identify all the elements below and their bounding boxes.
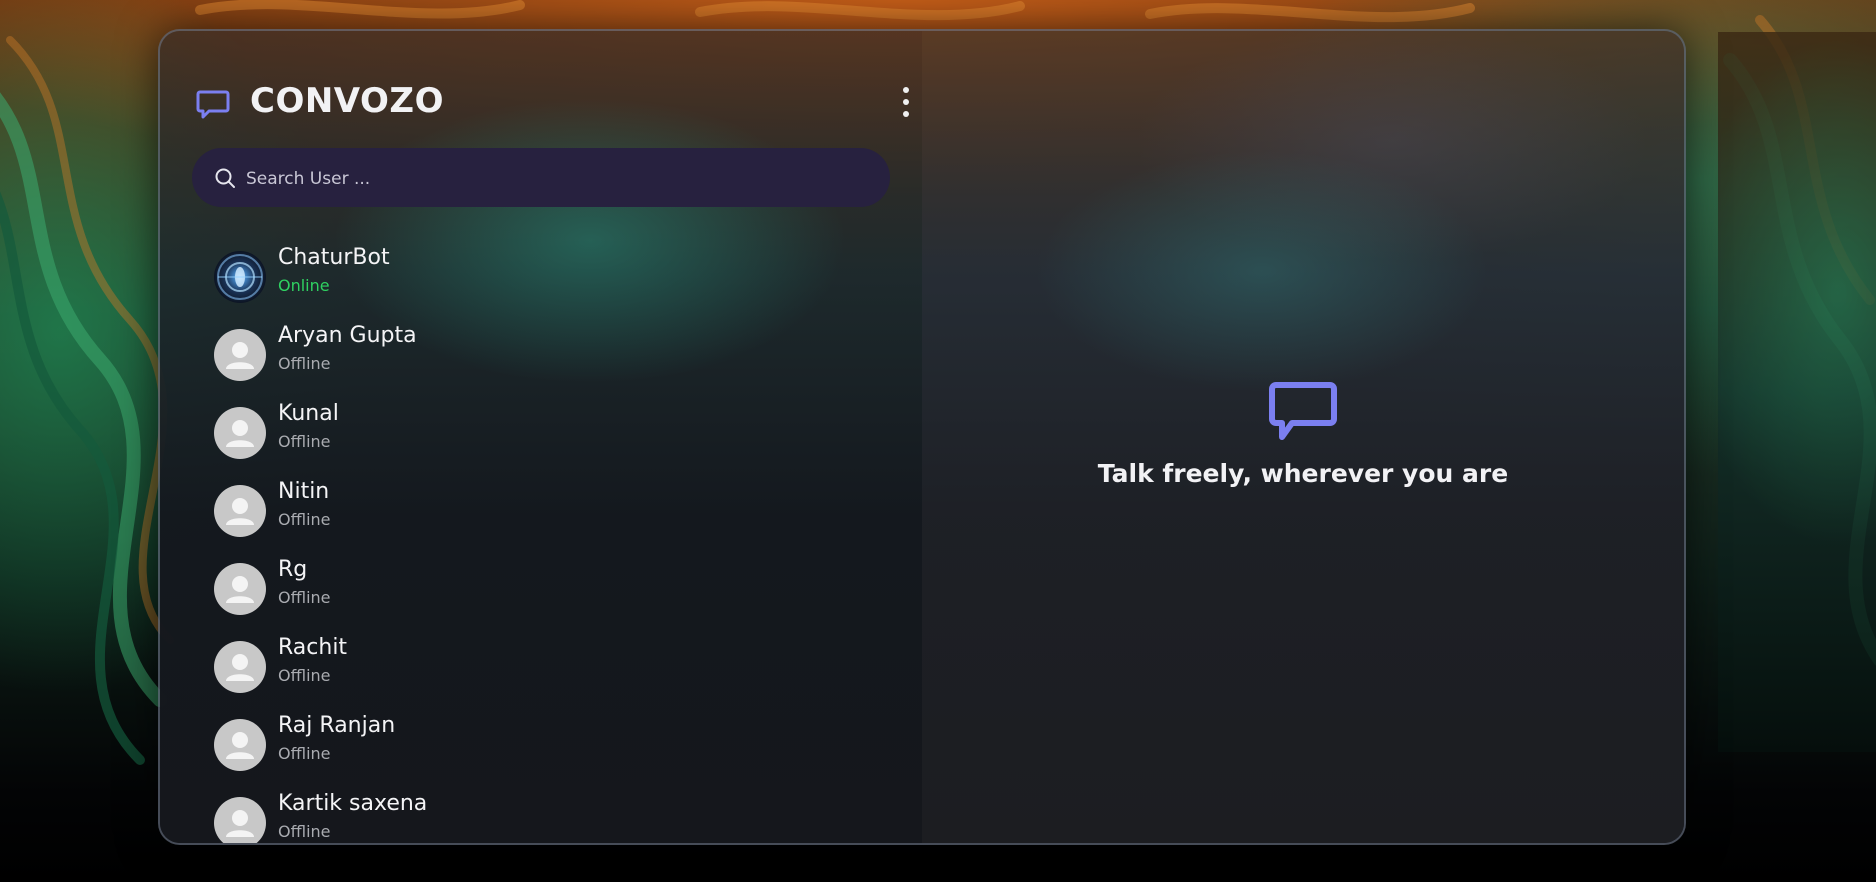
- contact-status: Offline: [278, 354, 331, 373]
- more-options-button[interactable]: [896, 85, 916, 119]
- user-silhouette-icon: [226, 732, 254, 759]
- default-avatar: [214, 329, 266, 381]
- contact-status: Offline: [278, 822, 331, 841]
- contact-item-rg[interactable]: Rg Offline: [214, 557, 874, 635]
- default-avatar: [214, 719, 266, 771]
- welcome-text: Talk freely, wherever you are: [1097, 459, 1509, 488]
- default-avatar: [214, 797, 266, 843]
- contact-list: ChaturBot Online Aryan Gupta Offline Kun…: [214, 245, 874, 843]
- contact-name: Rachit: [278, 635, 348, 660]
- chat-bubble-icon: [1269, 382, 1337, 440]
- user-silhouette-icon: [226, 810, 254, 837]
- contact-item-raj-ranjan[interactable]: Raj Ranjan Offline: [214, 713, 874, 791]
- default-avatar: [214, 485, 266, 537]
- sidebar: CONVOZO Search User ... ChaturBot Online…: [160, 31, 922, 843]
- search-input[interactable]: [244, 148, 868, 209]
- user-silhouette-icon: [226, 420, 254, 447]
- sidebar-header: CONVOZO: [196, 73, 909, 129]
- search-bar[interactable]: [192, 148, 890, 209]
- chat-bubble-icon: [196, 90, 230, 119]
- contact-name: Nitin: [278, 479, 330, 504]
- user-silhouette-icon: [226, 342, 254, 369]
- app-title: CONVOZO: [250, 81, 444, 121]
- default-avatar: [214, 563, 266, 615]
- background-panel: [1718, 32, 1876, 752]
- contact-item-rachit[interactable]: Rachit Offline: [214, 635, 874, 713]
- contact-status: Online: [278, 276, 330, 295]
- contact-name: ChaturBot: [278, 245, 390, 270]
- search-icon: [215, 168, 235, 188]
- default-avatar: [214, 641, 266, 693]
- contact-status: Offline: [278, 666, 331, 685]
- contact-name: Raj Ranjan: [278, 713, 396, 738]
- user-silhouette-icon: [226, 576, 254, 603]
- contact-name: Aryan Gupta: [278, 323, 417, 348]
- contact-status: Offline: [278, 588, 331, 607]
- welcome-placeholder: Talk freely, wherever you are: [922, 381, 1684, 488]
- bot-avatar-graphic: [217, 254, 263, 300]
- default-avatar: [214, 407, 266, 459]
- app-window: CONVOZO Search User ... ChaturBot Online…: [158, 29, 1686, 845]
- contact-item-kartik-saxena[interactable]: Kartik saxena Offline: [214, 791, 874, 843]
- bot-avatar: [214, 251, 266, 303]
- user-silhouette-icon: [226, 498, 254, 525]
- contact-item-nitin[interactable]: Nitin Offline: [214, 479, 874, 557]
- contact-name: Kunal: [278, 401, 339, 426]
- more-vertical-icon-dot: [903, 111, 909, 117]
- contact-status: Offline: [278, 744, 331, 763]
- user-silhouette-icon: [226, 654, 254, 681]
- contact-name: Rg: [278, 557, 308, 582]
- contact-item-kunal[interactable]: Kunal Offline: [214, 401, 874, 479]
- more-vertical-icon: [903, 87, 909, 93]
- more-vertical-icon-dot: [903, 99, 909, 105]
- contact-name: Kartik saxena: [278, 791, 428, 816]
- chat-pane: Talk freely, wherever you are: [922, 31, 1684, 843]
- contact-status: Offline: [278, 432, 331, 451]
- contact-item-aryan-gupta[interactable]: Aryan Gupta Offline: [214, 323, 874, 401]
- contact-item-chaturbot[interactable]: ChaturBot Online: [214, 245, 874, 323]
- contact-status: Offline: [278, 510, 331, 529]
